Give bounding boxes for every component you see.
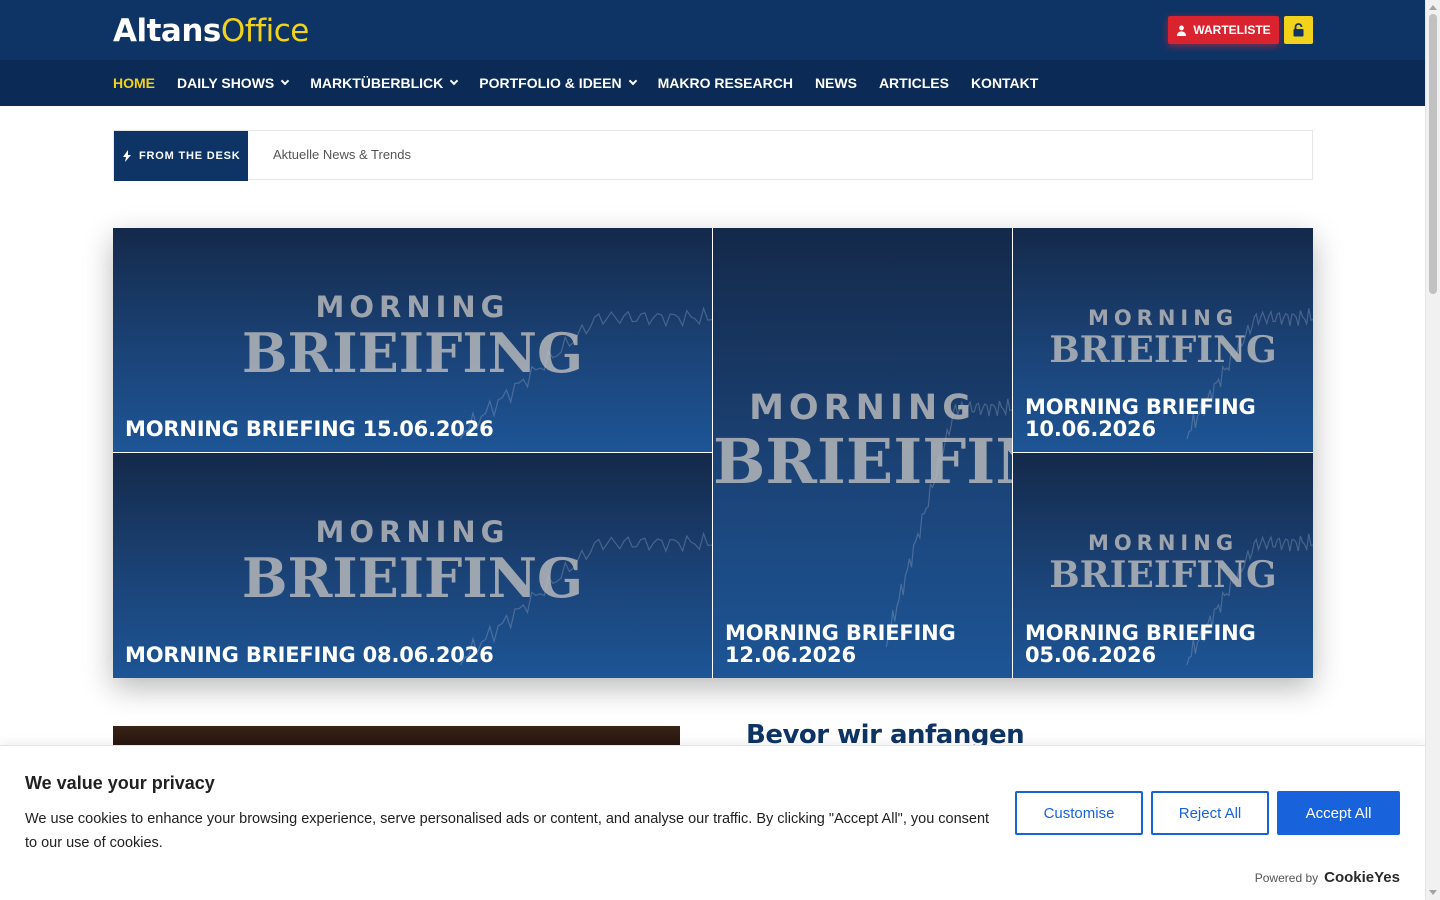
ticker-headline[interactable]: Aktuelle News & Trends [273, 131, 411, 179]
briefing-tile[interactable]: MORNING BRIEIFING MORNING BRIEFING 08.06.2… [113, 453, 712, 678]
nav-item-label: ARTICLES [878, 75, 949, 91]
main-navigation: HOME DAILY SHOWS MARKTÜBERBLICK PORTFOLIO &… [0, 60, 1425, 106]
nav-item[interactable]: MARKTÜBERBLICK [310, 75, 459, 91]
cookie-title: We value your privacy [25, 773, 215, 793]
login-button[interactable] [1284, 16, 1313, 44]
nav-menu: HOME DAILY SHOWS MARKTÜBERBLICK PORTFOLIO &… [113, 60, 1038, 106]
waitlist-button[interactable]: WARTELISTE [1168, 16, 1279, 44]
bolt-icon [123, 150, 131, 162]
nav-item-label: PORTFOLIO & IDEEN [479, 75, 622, 91]
tile-watermark-line1: MORNING [1087, 531, 1239, 555]
tile-title: MORNING BRIEFING 10.06.2026 [1025, 395, 1256, 441]
tile-title: MORNING BRIEFING 12.06.2026 [725, 621, 956, 667]
powered-by-text: Powered by [1254, 871, 1319, 885]
logo-light-text: Office [220, 13, 309, 49]
briefing-tile[interactable]: MORNING BRIEIFING MORNING BRIEFING 15.06.2… [113, 228, 712, 452]
reject-all-button[interactable]: Reject All [1151, 791, 1269, 835]
nav-item[interactable]: ARTICLES [879, 75, 949, 91]
nav-item[interactable]: KONTAKT [971, 75, 1038, 91]
nav-item[interactable]: HOME [113, 75, 155, 91]
page: AltansOffice WARTELISTE HOME DAILY SHOWS M… [0, 0, 1425, 900]
page-scrollbar[interactable] [1425, 0, 1440, 900]
nav-item[interactable]: MAKRO RESEARCH [658, 75, 793, 91]
nav-item-label: NEWS [814, 75, 857, 91]
briefing-grid: MORNING BRIEIFING MORNING BRIEFING 15.06.2… [113, 228, 1313, 678]
cookie-description: We use cookies to enhance your browsing … [25, 811, 990, 851]
logo-bold-text: Altans [113, 13, 221, 49]
tile-title: MORNING BRIEFING 05.06.2026 [1025, 621, 1256, 667]
waitlist-label: WARTELISTE [1193, 23, 1271, 37]
ticker-label: FROM THE DESK [114, 131, 248, 181]
ticker-label-text: FROM THE DESK [139, 150, 241, 162]
briefing-tile[interactable]: MORNING BRIEIFING MORNING BRIEFING 05.06.2… [1013, 453, 1313, 678]
tile-title: MORNING BRIEFING 08.06.2026 [125, 643, 494, 667]
tile-watermark-line1: MORNING [749, 388, 976, 428]
powered-by: Powered by CookieYes [1255, 869, 1400, 886]
tile-watermark-line1: MORNING [315, 290, 510, 324]
nav-item-label: MAKRO RESEARCH [657, 75, 793, 91]
tile-watermark-line2: BRIEIFING [1049, 554, 1277, 596]
cookie-banner: We value your privacy We use cookies to … [0, 745, 1425, 900]
tile-watermark-line2: BRIEIFING [713, 425, 1012, 498]
chevron-down-icon [450, 76, 459, 86]
unlock-icon [1293, 23, 1304, 37]
nav-item[interactable]: DAILY SHOWS [177, 75, 290, 91]
scroll-up-arrow-icon[interactable] [1429, 5, 1437, 10]
cookieyes-logo[interactable]: CookieYes [1324, 869, 1400, 886]
nav-item-label: KONTAKT [970, 75, 1039, 91]
briefing-tile[interactable]: MORNING BRIEIFING MORNING BRIEFING 10.06.2… [1013, 228, 1313, 452]
chevron-down-icon [628, 76, 637, 86]
scrollbar-thumb[interactable] [1429, 14, 1437, 294]
nav-item-label: DAILY SHOWS [177, 75, 275, 91]
top-bar: AltansOffice WARTELISTE [0, 0, 1425, 60]
nav-item[interactable]: NEWS [815, 75, 857, 91]
tile-watermark-line2: BRIEIFING [1049, 329, 1277, 371]
tile-watermark-line2: BRIEIFING [241, 546, 584, 610]
chevron-down-icon [281, 76, 290, 86]
tile-watermark-line1: MORNING [1087, 306, 1239, 330]
tile-watermark-line1: MORNING [315, 515, 510, 549]
user-icon [1177, 25, 1187, 36]
news-ticker: FROM THE DESK Aktuelle News & Trends [113, 130, 1313, 181]
scroll-down-arrow-icon[interactable] [1429, 890, 1437, 895]
tile-watermark-line2: BRIEIFING [241, 321, 584, 385]
nav-item-label: MARKTÜBERBLICK [310, 75, 444, 91]
customise-button[interactable]: Customise [1015, 791, 1143, 835]
site-logo[interactable]: AltansOffice [113, 12, 309, 50]
briefing-tile[interactable]: MORNINGBRIEIFING MORNING BRIEFING 12.06.2… [713, 228, 1012, 678]
nav-item-label: HOME [113, 75, 155, 91]
accept-all-button[interactable]: Accept All [1277, 791, 1400, 835]
tile-title: MORNING BRIEFING 15.06.2026 [125, 417, 494, 441]
nav-item[interactable]: PORTFOLIO & IDEEN [479, 75, 637, 91]
